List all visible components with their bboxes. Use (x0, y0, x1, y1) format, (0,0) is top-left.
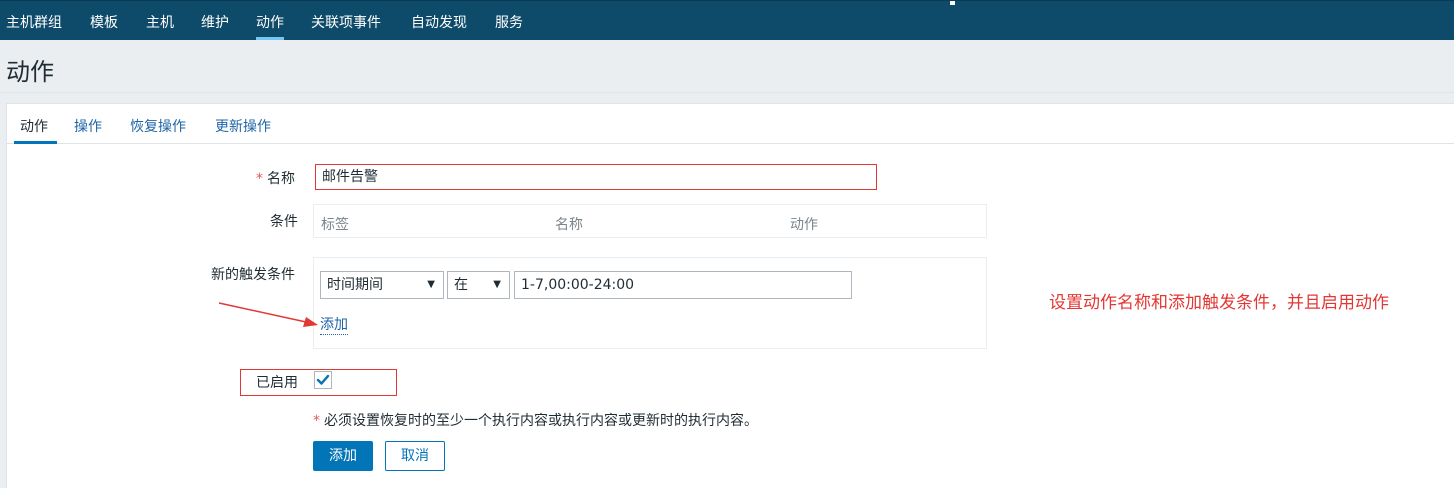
page-title: 动作 (6, 58, 54, 86)
conditions-label: 条件 (270, 214, 298, 230)
nav-services[interactable]: 服务 (495, 12, 523, 32)
trigger-operator-select[interactable]: 在 ▼ (447, 271, 510, 299)
conditions-table: 标签 名称 动作 (313, 204, 987, 238)
required-note-text: 必须设置恢复时的至少一个执行内容或执行内容或更新时的执行内容。 (324, 413, 758, 429)
nav-hosts[interactable]: 主机 (146, 12, 174, 32)
add-button[interactable]: 添加 (313, 441, 373, 471)
nav-discovery[interactable]: 自动发现 (411, 12, 467, 32)
name-label: * 名称 (256, 168, 295, 188)
tab-recovery-operations[interactable]: 恢复操作 (130, 116, 186, 136)
required-asterisk: * (313, 413, 320, 429)
name-label-text: 名称 (267, 171, 295, 187)
nav-event-correlation[interactable]: 关联项事件 (311, 12, 381, 32)
conditions-col-action: 动作 (790, 217, 818, 233)
tab-operations[interactable]: 操作 (74, 116, 102, 136)
nav-marker (950, 1, 955, 5)
top-navigation: 主机群组 模板 主机 维护 动作 关联项事件 自动发现 服务 (0, 0, 1454, 40)
required-note: * 必须设置恢复时的至少一个执行内容或执行内容或更新时的执行内容。 (313, 410, 758, 430)
page-header (0, 40, 1454, 93)
trigger-type-select[interactable]: 时间期间 ▼ (320, 271, 444, 299)
trigger-operator-value: 在 (454, 277, 468, 293)
name-input[interactable]: 邮件告警 (315, 164, 877, 190)
new-trigger-label: 新的触发条件 (211, 267, 295, 283)
caret-down-icon: ▼ (427, 279, 435, 290)
add-condition-link[interactable]: 添加 (320, 316, 348, 335)
nav-maintenance[interactable]: 维护 (201, 12, 229, 32)
caret-down-icon: ▼ (493, 279, 501, 290)
check-icon (316, 374, 330, 385)
annotation-text: 设置动作名称和添加触发条件，并且启用动作 (1049, 293, 1389, 313)
cancel-button[interactable]: 取消 (385, 441, 445, 471)
trigger-type-value: 时间期间 (327, 277, 383, 293)
enabled-checkbox[interactable] (314, 371, 332, 389)
tab-bar: 动作 操作 恢复操作 更新操作 (7, 104, 1454, 144)
tab-update-operations[interactable]: 更新操作 (215, 116, 271, 136)
nav-host-groups[interactable]: 主机群组 (6, 12, 62, 32)
trigger-value-input[interactable]: 1-7,00:00-24:00 (514, 271, 852, 299)
enabled-label: 已启用 (256, 375, 298, 391)
nav-templates[interactable]: 模板 (90, 12, 118, 32)
tab-action[interactable]: 动作 (14, 116, 57, 144)
conditions-col-name: 名称 (555, 217, 583, 233)
required-asterisk: * (256, 171, 263, 187)
nav-actions[interactable]: 动作 (256, 12, 284, 40)
conditions-col-label: 标签 (321, 217, 349, 233)
